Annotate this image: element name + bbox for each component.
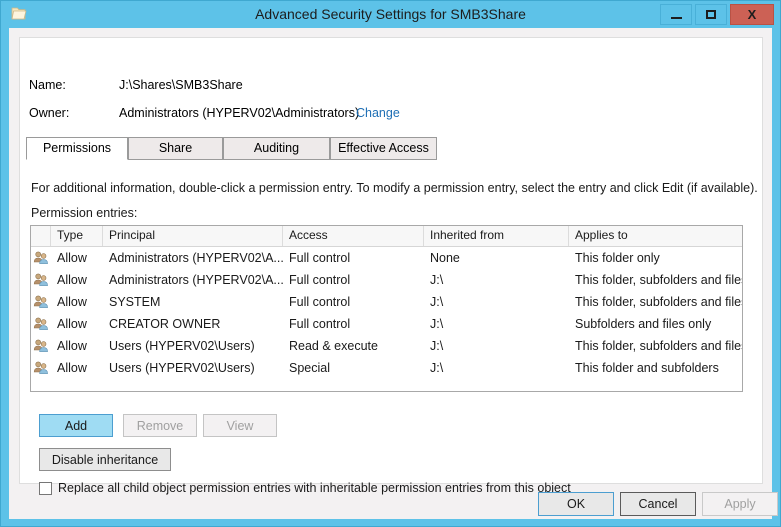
- cell-applies-to: Subfolders and files only: [569, 313, 743, 335]
- dialog-body: Name: J:\Shares\SMB3Share Owner: Adminis…: [9, 28, 772, 519]
- name-value: J:\Shares\SMB3Share: [119, 78, 243, 92]
- advanced-security-settings-window: Advanced Security Settings for SMB3Share…: [0, 0, 781, 527]
- cell-type: Allow: [51, 291, 103, 313]
- name-label: Name:: [29, 78, 66, 92]
- table-row[interactable]: AllowSYSTEMFull controlJ:\This folder, s…: [31, 291, 742, 313]
- cell-inherited-from: J:\: [424, 357, 569, 379]
- cell-applies-to: This folder only: [569, 247, 743, 269]
- permission-entries-list[interactable]: Type Principal Access Inherited from App…: [30, 225, 743, 392]
- cell-access: Full control: [283, 313, 424, 335]
- cell-inherited-from: J:\: [424, 269, 569, 291]
- cell-principal: Administrators (HYPERV02\A...: [103, 247, 283, 269]
- cell-principal: Users (HYPERV02\Users): [103, 335, 283, 357]
- info-text: For additional information, double-click…: [31, 181, 758, 195]
- tab-auditing[interactable]: Auditing: [223, 137, 330, 160]
- cell-inherited-from: J:\: [424, 335, 569, 357]
- column-header-principal[interactable]: Principal: [103, 226, 283, 246]
- users-group-icon: [31, 339, 51, 353]
- owner-label: Owner:: [29, 106, 69, 120]
- table-row[interactable]: AllowUsers (HYPERV02\Users)SpecialJ:\Thi…: [31, 357, 742, 379]
- tab-strip: Permissions Share Auditing Effective Acc…: [26, 137, 754, 160]
- maximize-icon: [706, 10, 716, 19]
- cell-applies-to: This folder, subfolders and files: [569, 335, 743, 357]
- table-header-row: Type Principal Access Inherited from App…: [31, 226, 742, 247]
- tab-share[interactable]: Share: [128, 137, 223, 160]
- cell-principal: CREATOR OWNER: [103, 313, 283, 335]
- minimize-button[interactable]: [660, 4, 692, 25]
- cell-principal: SYSTEM: [103, 291, 283, 313]
- cell-access: Full control: [283, 291, 424, 313]
- minimize-icon: [671, 17, 682, 19]
- cell-access: Special: [283, 357, 424, 379]
- table-row[interactable]: AllowUsers (HYPERV02\Users)Read & execut…: [31, 335, 742, 357]
- cell-access: Read & execute: [283, 335, 424, 357]
- permission-entries-label: Permission entries:: [31, 206, 137, 220]
- table-body: AllowAdministrators (HYPERV02\A...Full c…: [31, 247, 742, 379]
- owner-value: Administrators (HYPERV02\Administrators): [119, 106, 359, 120]
- cell-applies-to: This folder and subfolders: [569, 357, 743, 379]
- table-row[interactable]: AllowAdministrators (HYPERV02\A...Full c…: [31, 269, 742, 291]
- users-group-icon: [31, 317, 51, 331]
- cell-type: Allow: [51, 335, 103, 357]
- cell-access: Full control: [283, 247, 424, 269]
- replace-child-permissions-checkbox[interactable]: [39, 482, 52, 495]
- cell-applies-to: This folder, subfolders and files: [569, 269, 743, 291]
- add-button[interactable]: Add: [39, 414, 113, 437]
- remove-button: Remove: [123, 414, 197, 437]
- table-row[interactable]: AllowAdministrators (HYPERV02\A...Full c…: [31, 247, 742, 269]
- cell-type: Allow: [51, 269, 103, 291]
- window-controls: X: [657, 4, 774, 25]
- table-row[interactable]: AllowCREATOR OWNERFull controlJ:\Subfold…: [31, 313, 742, 335]
- apply-button: Apply: [702, 492, 778, 516]
- column-header-type[interactable]: Type: [51, 226, 103, 246]
- cancel-button[interactable]: Cancel: [620, 492, 696, 516]
- column-header-icon[interactable]: [31, 226, 51, 246]
- cell-access: Full control: [283, 269, 424, 291]
- cell-inherited-from: J:\: [424, 313, 569, 335]
- replace-child-permissions-row[interactable]: Replace all child object permission entr…: [39, 481, 571, 495]
- tab-permissions[interactable]: Permissions: [26, 137, 128, 160]
- cell-inherited-from: J:\: [424, 291, 569, 313]
- title-bar[interactable]: Advanced Security Settings for SMB3Share…: [1, 1, 780, 27]
- tab-effective-access[interactable]: Effective Access: [330, 137, 437, 160]
- users-group-icon: [31, 361, 51, 375]
- column-header-access[interactable]: Access: [283, 226, 424, 246]
- replace-child-permissions-label: Replace all child object permission entr…: [58, 481, 571, 495]
- cell-type: Allow: [51, 357, 103, 379]
- column-header-inherited-from[interactable]: Inherited from: [424, 226, 569, 246]
- column-header-applies-to[interactable]: Applies to: [569, 226, 743, 246]
- maximize-button[interactable]: [695, 4, 727, 25]
- close-button[interactable]: X: [730, 4, 774, 25]
- change-owner-link[interactable]: Change: [356, 106, 400, 120]
- users-group-icon: [31, 295, 51, 309]
- cell-inherited-from: None: [424, 247, 569, 269]
- disable-inheritance-button[interactable]: Disable inheritance: [39, 448, 171, 471]
- cell-type: Allow: [51, 313, 103, 335]
- users-group-icon: [31, 273, 51, 287]
- cell-applies-to: This folder, subfolders and files: [569, 291, 743, 313]
- view-button: View: [203, 414, 277, 437]
- cell-type: Allow: [51, 247, 103, 269]
- cell-principal: Users (HYPERV02\Users): [103, 357, 283, 379]
- cell-principal: Administrators (HYPERV02\A...: [103, 269, 283, 291]
- users-group-icon: [31, 251, 51, 265]
- ok-button[interactable]: OK: [538, 492, 614, 516]
